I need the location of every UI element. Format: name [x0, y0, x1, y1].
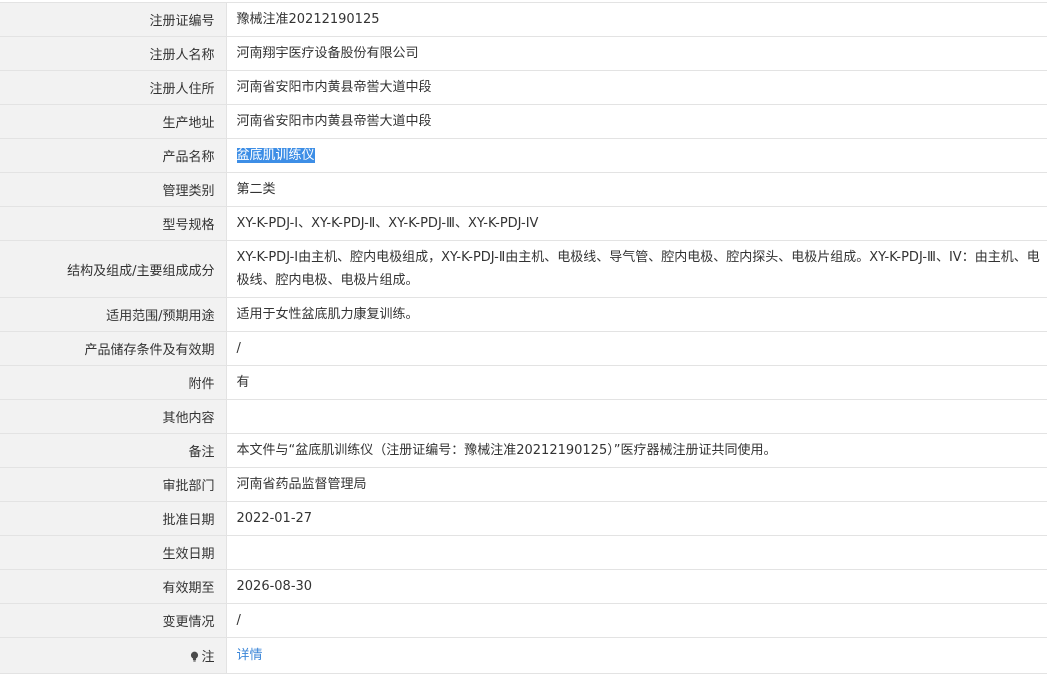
value-structure-composition: XY-K-PDJ-Ⅰ由主机、腔内电极组成，XY-K-PDJ-Ⅱ由主机、电极线、导… [226, 240, 1047, 298]
value-registrant-name: 河南翔宇医疗设备股份有限公司 [226, 36, 1047, 71]
label-structure-composition: 结构及组成/主要组成成分 [0, 240, 227, 298]
value-change-status: / [226, 603, 1047, 638]
label-production-address: 生产地址 [0, 104, 227, 139]
label-attachment: 附件 [0, 365, 227, 400]
note-label-text: 注 [201, 650, 215, 665]
row-management-category: 管理类别 第二类 [0, 172, 1047, 207]
row-approval-date: 批准日期 2022-01-27 [0, 501, 1047, 536]
value-valid-until: 2026-08-30 [226, 569, 1047, 604]
value-other-content [226, 399, 1047, 434]
row-intended-use: 适用范围/预期用途 适用于女性盆底肌力康复训练。 [0, 297, 1047, 332]
value-attachment: 有 [226, 365, 1047, 400]
value-storage-validity: / [226, 331, 1047, 366]
label-valid-until: 有效期至 [0, 569, 227, 604]
row-other-content: 其他内容 [0, 399, 1047, 434]
row-storage-validity: 产品储存条件及有效期 / [0, 331, 1047, 366]
label-registrant-name: 注册人名称 [0, 36, 227, 71]
label-model-spec: 型号规格 [0, 206, 227, 241]
row-production-address: 生产地址 河南省安阳市内黄县帝喾大道中段 [0, 104, 1047, 139]
label-other-content: 其他内容 [0, 399, 227, 434]
row-approval-department: 审批部门 河南省药品监督管理局 [0, 467, 1047, 502]
row-structure-composition: 结构及组成/主要组成成分 XY-K-PDJ-Ⅰ由主机、腔内电极组成，XY-K-P… [0, 240, 1047, 298]
row-attachment: 附件 有 [0, 365, 1047, 400]
label-storage-validity: 产品储存条件及有效期 [0, 331, 227, 366]
value-model-spec: XY-K-PDJ-Ⅰ、XY-K-PDJ-Ⅱ、XY-K-PDJ-Ⅲ、XY-K-PD… [226, 206, 1047, 241]
label-management-category: 管理类别 [0, 172, 227, 207]
row-registrant-address: 注册人住所 河南省安阳市内黄县帝喾大道中段 [0, 70, 1047, 105]
row-product-name: 产品名称 盆底肌训练仪 [0, 138, 1047, 173]
value-approval-date: 2022-01-27 [226, 501, 1047, 536]
value-registration-number: 豫械注准20212190125 [226, 2, 1047, 37]
details-link[interactable]: 详情 [237, 648, 263, 663]
row-valid-until: 有效期至 2026-08-30 [0, 569, 1047, 604]
row-registration-number: 注册证编号 豫械注准20212190125 [0, 2, 1047, 37]
label-registration-number: 注册证编号 [0, 2, 227, 37]
value-production-address: 河南省安阳市内黄县帝喾大道中段 [226, 104, 1047, 139]
label-note: 注 [0, 637, 227, 674]
row-note: 注 详情 [0, 637, 1047, 674]
label-remarks: 备注 [0, 433, 227, 468]
value-registrant-address: 河南省安阳市内黄县帝喾大道中段 [226, 70, 1047, 105]
value-approval-department: 河南省药品监督管理局 [226, 467, 1047, 502]
label-product-name: 产品名称 [0, 138, 227, 173]
row-model-spec: 型号规格 XY-K-PDJ-Ⅰ、XY-K-PDJ-Ⅱ、XY-K-PDJ-Ⅲ、XY… [0, 206, 1047, 241]
label-intended-use: 适用范围/预期用途 [0, 297, 227, 332]
bulb-icon [191, 651, 199, 662]
label-approval-date: 批准日期 [0, 501, 227, 536]
value-remarks: 本文件与“盆底肌训练仪（注册证编号：豫械注准20212190125）”医疗器械注… [226, 433, 1047, 468]
label-change-status: 变更情况 [0, 603, 227, 638]
row-remarks: 备注 本文件与“盆底肌训练仪（注册证编号：豫械注准20212190125）”医疗… [0, 433, 1047, 468]
value-note: 详情 [226, 637, 1047, 674]
selected-text[interactable]: 盆底肌训练仪 [236, 148, 315, 163]
row-effective-date: 生效日期 [0, 535, 1047, 570]
label-approval-department: 审批部门 [0, 467, 227, 502]
registration-detail-table: 注册证编号 豫械注准20212190125 注册人名称 河南翔宇医疗设备股份有限… [0, 2, 1047, 674]
label-effective-date: 生效日期 [0, 535, 227, 570]
row-change-status: 变更情况 / [0, 603, 1047, 638]
value-effective-date [226, 535, 1047, 570]
value-intended-use: 适用于女性盆底肌力康复训练。 [226, 297, 1047, 332]
value-product-name: 盆底肌训练仪 [226, 138, 1047, 173]
row-registrant-name: 注册人名称 河南翔宇医疗设备股份有限公司 [0, 36, 1047, 71]
value-management-category: 第二类 [226, 172, 1047, 207]
label-registrant-address: 注册人住所 [0, 70, 227, 105]
